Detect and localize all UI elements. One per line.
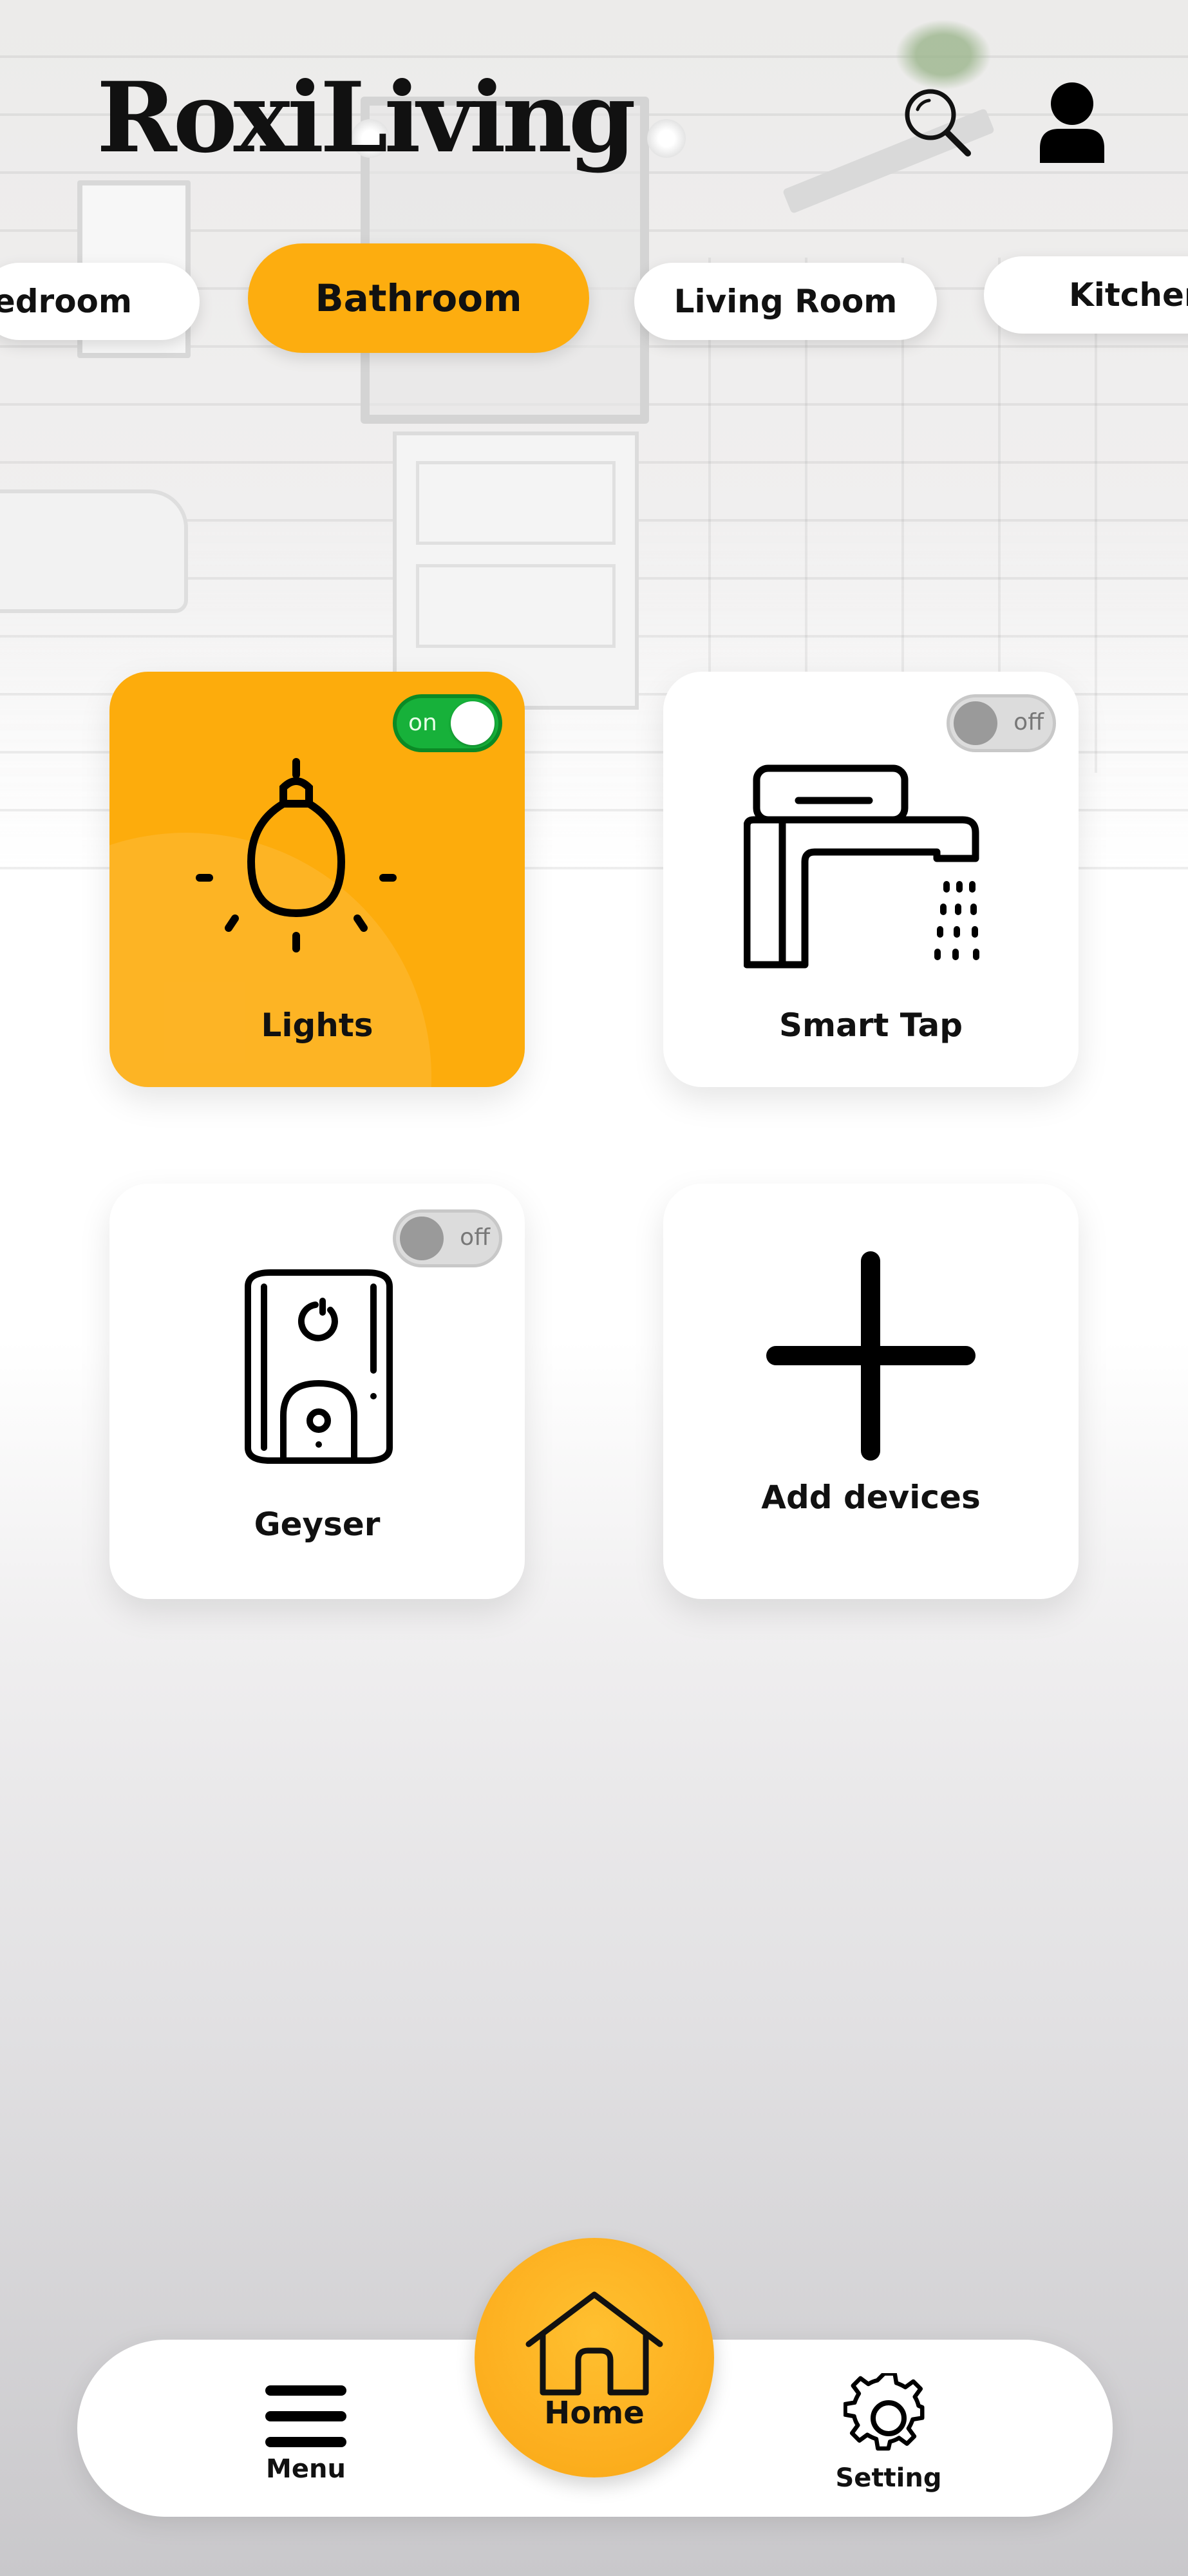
device-name: Geyser [254,1506,381,1543]
lightbulb-icon [196,758,397,952]
tab-label: Living Room [674,283,898,320]
toggle-label: off [1014,709,1044,735]
nav-setting-button[interactable]: Setting [831,2373,947,2493]
device-name: Lights [261,1007,373,1044]
geyser-toggle[interactable]: off [393,1209,502,1267]
tab-bedroom[interactable]: Bedroom [0,263,200,340]
toggle-label: on [408,710,437,736]
nav-setting-label: Setting [835,2463,942,2493]
faucet-icon [744,764,979,969]
home-icon [525,2291,663,2396]
tab-label: Bedroom [0,283,132,320]
device-card-smart-tap[interactable]: off Smart Tap [663,672,1079,1087]
smart-tap-toggle[interactable]: off [947,694,1056,752]
nav-home-label: Home [544,2395,645,2431]
device-card-geyser[interactable]: off Geyser [109,1184,525,1599]
tab-label: Kitchen [1069,276,1188,314]
plus-icon [766,1251,976,1461]
hamburger-menu-icon [265,2385,346,2447]
toggle-label: off [460,1224,490,1251]
search-icon [905,89,971,156]
background-lamp [647,119,686,158]
user-profile-button[interactable] [1024,74,1120,171]
nav-menu-button[interactable]: Menu [254,2383,357,2484]
nav-home-button[interactable]: Home [475,2238,714,2477]
toggle-knob [400,1217,444,1260]
gear-icon [844,2373,925,2451]
tab-bathroom[interactable]: Bathroom [248,243,589,353]
add-device-card[interactable]: Add devices [663,1184,1079,1599]
tab-label: Bathroom [315,276,522,320]
water-heater-icon [245,1269,393,1464]
tab-living-room[interactable]: Living Room [634,263,937,340]
add-devices-label: Add devices [761,1479,981,1516]
device-card-lights[interactable]: on Lights [109,672,525,1087]
background-bathtub [0,489,188,613]
toggle-knob [954,701,997,745]
user-icon [1040,82,1104,163]
device-name: Smart Tap [778,1007,963,1044]
background-vanity [393,431,639,710]
toggle-knob [451,701,495,745]
lights-toggle[interactable]: on [393,694,502,752]
search-button[interactable] [892,77,982,167]
tab-kitchen[interactable]: Kitchen [984,256,1188,334]
nav-menu-label: Menu [266,2454,346,2484]
app-logo: RoxiLiving [97,61,636,175]
